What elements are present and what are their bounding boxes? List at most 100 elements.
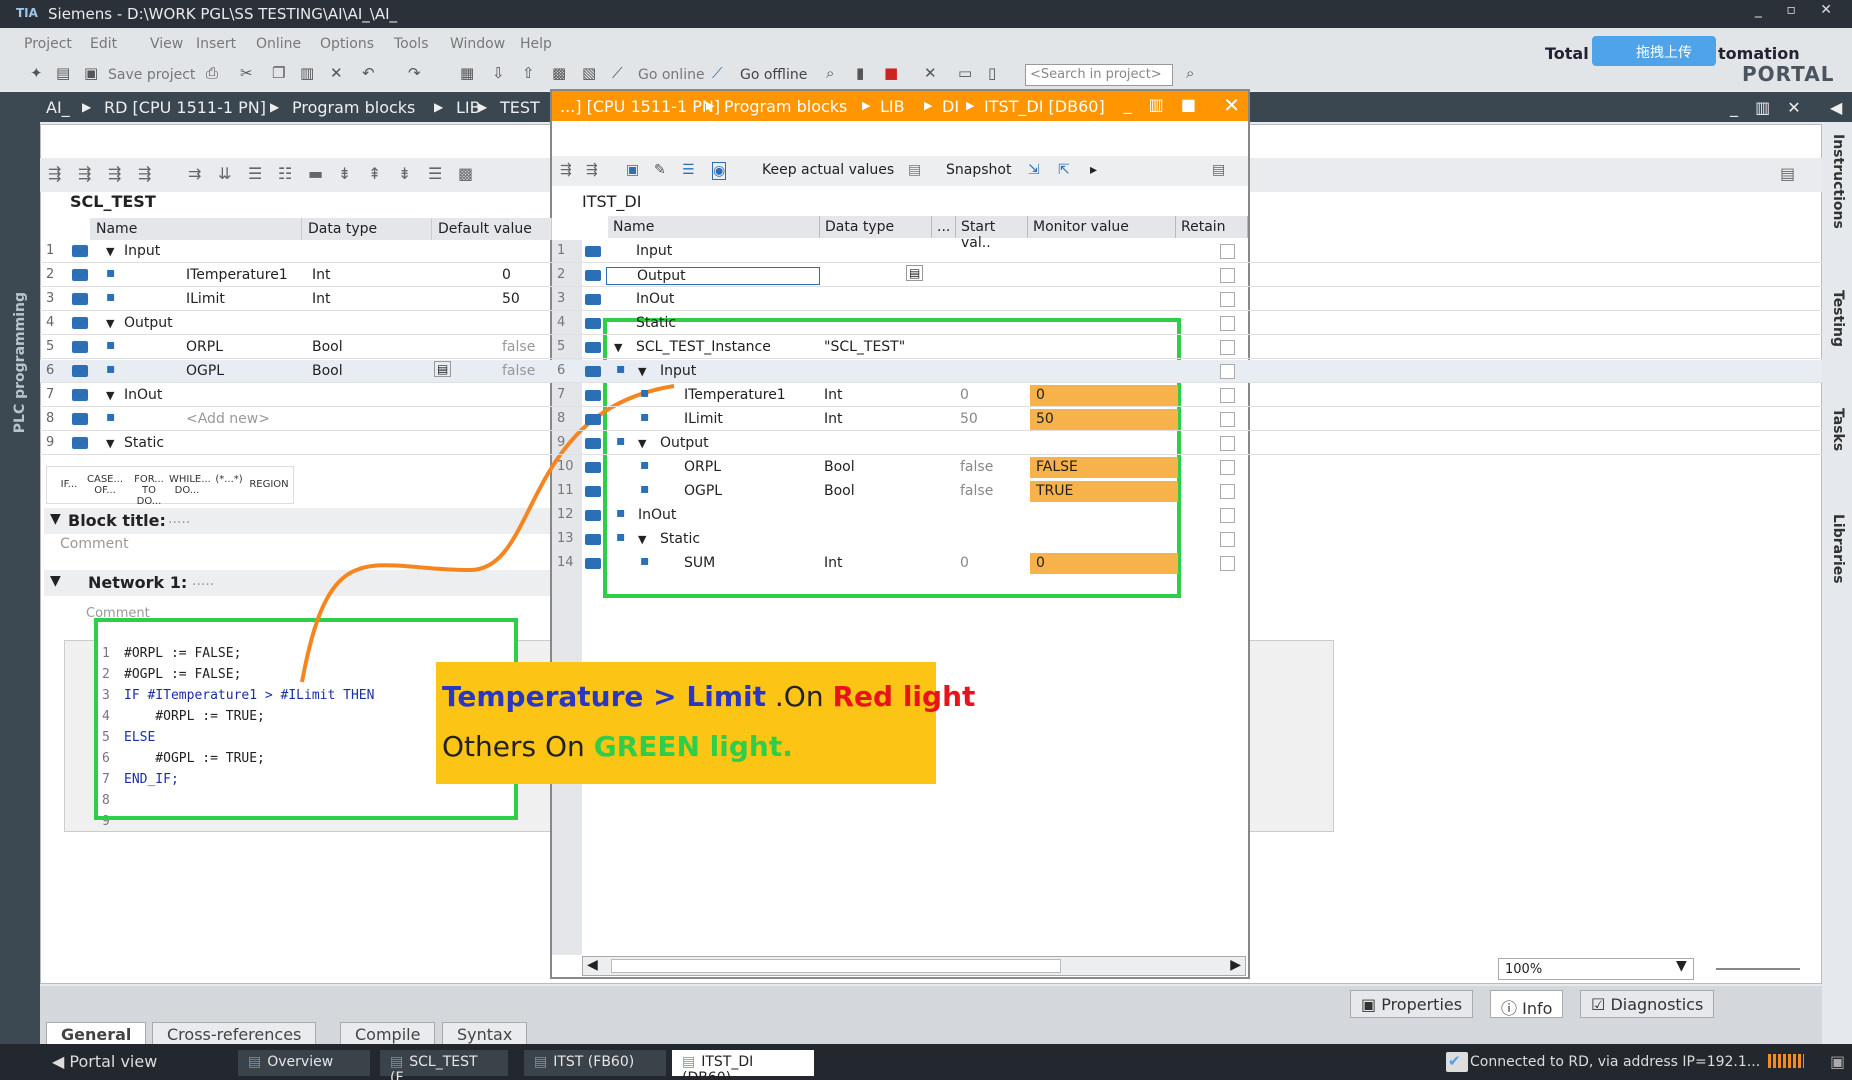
variable-name[interactable]: <Add new>	[186, 411, 270, 427]
upload-icon[interactable]: ⇧	[522, 64, 535, 82]
data-type[interactable]: Bool	[824, 483, 855, 499]
plc-programming-tab[interactable]: PLC programming	[12, 292, 28, 433]
crumb-item[interactable]: AI_	[46, 98, 70, 117]
editor-tool-icon[interactable]: ☷	[278, 164, 292, 183]
scroll-left-icon[interactable]: ◀	[587, 957, 598, 973]
editor-tool-icon[interactable]: ⇞	[368, 164, 381, 183]
properties-tab[interactable]: ▣ Properties	[1350, 990, 1474, 1018]
scl-tool-2[interactable]: FOR... TO DO...	[131, 474, 167, 507]
variable-name[interactable]: InOut	[638, 507, 676, 523]
paste-icon[interactable]: ▥	[300, 64, 314, 82]
db-row[interactable]: 12 ▪ InOut	[552, 504, 1248, 527]
db-row[interactable]: 9 ▪ ▼ Output	[552, 432, 1248, 455]
variable-name[interactable]: SCL_TEST_Instance	[636, 339, 771, 355]
db-expand-icon[interactable]: ▣	[626, 162, 639, 178]
snapshot-button[interactable]: Snapshot	[946, 162, 1011, 178]
data-type[interactable]: Int	[824, 411, 843, 427]
sidebar-tasks[interactable]: Tasks	[1830, 408, 1846, 451]
db-window-controls[interactable]: _ ▥ ■	[1124, 95, 1202, 114]
go-offline-button[interactable]: Go offline	[740, 67, 807, 83]
data-type[interactable]: Bool	[312, 339, 343, 355]
variable-name[interactable]: ILimit	[684, 411, 723, 427]
network-collapse-icon[interactable]: ▼	[50, 573, 61, 589]
editor-tool-icon[interactable]: ▬	[308, 164, 323, 183]
db-row[interactable]: 6 ▪ ▼ Input	[552, 360, 1248, 383]
scroll-right-icon[interactable]: ▶	[1230, 957, 1241, 973]
db-row[interactable]: 2 Output ▤	[552, 264, 1248, 287]
undo-icon[interactable]: ↶	[362, 64, 375, 82]
copy-icon[interactable]: ❐	[272, 64, 285, 82]
expand-icon[interactable]: ▼	[106, 317, 114, 330]
portal-view-button[interactable]: ◀ Portal view	[52, 1052, 157, 1071]
taskbar-item[interactable]: ▤ Overview	[238, 1050, 370, 1076]
db-row[interactable]: 14 ▪ SUM Int 0 0	[552, 552, 1248, 575]
variable-name[interactable]: Input	[660, 363, 696, 379]
open-project-icon[interactable]: ▤	[56, 64, 70, 82]
delete-icon[interactable]: ✕	[330, 64, 343, 82]
info-tab[interactable]: ⓘ Info	[1490, 990, 1564, 1018]
editor-tool-icon[interactable]: ⇟	[398, 164, 411, 183]
db-settings-icon[interactable]: ▤	[1212, 162, 1225, 178]
variable-name[interactable]: OGPL	[186, 363, 224, 379]
retain-checkbox[interactable]	[1220, 508, 1235, 523]
editor-tool-icon[interactable]: ▩	[458, 164, 473, 183]
retain-checkbox[interactable]	[1220, 268, 1235, 283]
diagnostics-tab[interactable]: ☑ Diagnostics	[1580, 990, 1715, 1018]
start-value[interactable]: 0	[960, 555, 969, 571]
sidebar-testing[interactable]: Testing	[1830, 290, 1846, 347]
menu-edit[interactable]: Edit	[90, 36, 117, 52]
search-go-icon[interactable]: ⌕	[1186, 64, 1194, 82]
data-type[interactable]: "SCL_TEST"	[824, 339, 905, 355]
retain-checkbox[interactable]	[1220, 388, 1235, 403]
crumb-item[interactable]: Program blocks	[292, 98, 415, 117]
editor-tool-icon[interactable]: ⇶	[48, 164, 61, 183]
retain-checkbox[interactable]	[1220, 556, 1235, 571]
expand-icon[interactable]: ▼	[638, 533, 646, 546]
variable-name[interactable]: Input	[124, 243, 160, 259]
type-browse-icon[interactable]: ▤	[434, 361, 452, 377]
load-snapshot-icon[interactable]: ⇱	[1058, 162, 1070, 178]
retain-checkbox[interactable]	[1220, 484, 1235, 499]
scroll-thumb[interactable]	[611, 959, 1061, 973]
new-project-icon[interactable]: ✦	[30, 64, 43, 82]
subtab-syntax[interactable]: Syntax	[442, 1022, 528, 1046]
data-type[interactable]: Int	[824, 555, 843, 571]
default-value[interactable]: 0	[502, 267, 511, 283]
variable-name[interactable]: Output	[606, 267, 820, 285]
data-type[interactable]: Bool	[312, 363, 343, 379]
editor-tool-icon[interactable]: ⇟	[338, 164, 351, 183]
zoom-slider[interactable]	[1716, 968, 1800, 970]
crumb-window-controls[interactable]: _ ▥ ✕	[1730, 98, 1807, 117]
data-type[interactable]: Int	[824, 387, 843, 403]
start-cpu-icon[interactable]: ▮	[856, 64, 864, 82]
variable-name[interactable]: Static	[124, 435, 164, 451]
menu-tools[interactable]: Tools	[394, 36, 429, 52]
start-sim-icon[interactable]: ▧	[582, 64, 596, 82]
subtab-cross-references[interactable]: Cross-references	[152, 1022, 317, 1046]
db-edit-icon[interactable]: ✎	[654, 162, 666, 178]
db-crumb-item[interactable]: DI	[942, 97, 959, 116]
subtab-general[interactable]: General	[46, 1022, 147, 1046]
db-crumb-item[interactable]: Program blocks	[724, 97, 847, 116]
retain-checkbox[interactable]	[1220, 292, 1235, 307]
cross-icon[interactable]: ✕	[924, 64, 937, 82]
db-close-icon[interactable]: ✕	[1223, 93, 1240, 117]
menu-insert[interactable]: Insert	[196, 36, 236, 52]
start-value[interactable]: false	[960, 459, 993, 475]
menu-options[interactable]: Options	[320, 36, 374, 52]
retain-checkbox[interactable]	[1220, 532, 1235, 547]
expand-icon[interactable]: ▼	[106, 245, 114, 258]
db-row[interactable]: 4 Static	[552, 312, 1248, 335]
variable-name[interactable]: Output	[124, 315, 173, 331]
more-icon[interactable]: ▸	[1090, 162, 1097, 178]
variable-name[interactable]: ORPL	[186, 339, 223, 355]
window-controls[interactable]: _ ▫ ✕	[1755, 2, 1842, 18]
redo-icon[interactable]: ↷	[408, 64, 421, 82]
variable-name[interactable]: ITemperature1	[684, 387, 786, 403]
data-type[interactable]: Int	[312, 291, 331, 307]
data-type[interactable]: Int	[312, 267, 331, 283]
menu-project[interactable]: Project	[24, 36, 72, 52]
upload-button[interactable]: 拖拽上传	[1592, 36, 1716, 66]
retain-checkbox[interactable]	[1220, 412, 1235, 427]
menu-online[interactable]: Online	[256, 36, 301, 52]
